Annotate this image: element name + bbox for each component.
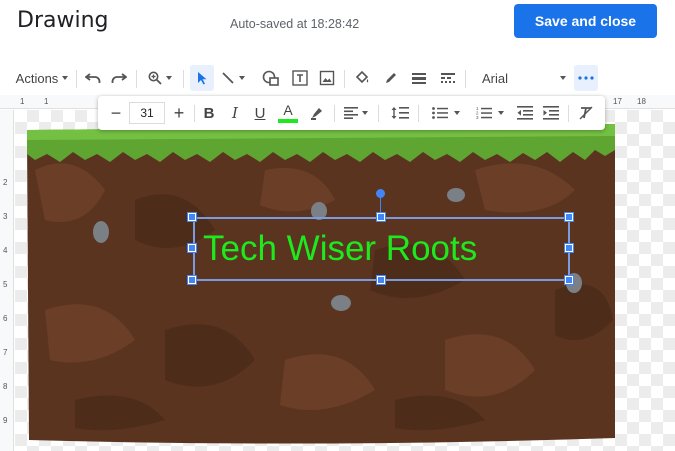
chevron-down-icon	[454, 111, 460, 115]
resize-handle-bottom-right[interactable]	[564, 275, 574, 285]
vertical-ruler: 2 3 4 5 6 7 8 9	[0, 110, 14, 451]
actions-label: Actions	[15, 70, 59, 86]
actions-menu[interactable]: Actions	[14, 65, 70, 91]
ruler-tick: 17	[613, 97, 622, 106]
image-icon[interactable]	[316, 65, 338, 91]
bold-button[interactable]: B	[199, 100, 219, 126]
chevron-down-icon	[498, 111, 504, 115]
resize-handle-top-right[interactable]	[564, 212, 574, 222]
undo-icon[interactable]	[82, 65, 104, 91]
chevron-down-icon	[166, 76, 172, 80]
resize-handle-bottom[interactable]	[376, 275, 386, 285]
border-color-icon[interactable]	[380, 65, 402, 91]
divider	[334, 105, 335, 122]
ruler-tick: 4	[3, 246, 8, 255]
underline-button[interactable]: U	[250, 100, 270, 126]
decrease-font-size-button[interactable]: −	[106, 100, 126, 126]
ruler-tick: 18	[637, 97, 646, 106]
align-left-icon	[344, 107, 358, 119]
ruler-tick: 7	[3, 348, 8, 357]
ruler-tick: 8	[3, 382, 8, 391]
rotate-handle[interactable]	[376, 189, 385, 198]
font-size-input[interactable]: 31	[129, 102, 165, 124]
increase-indent-icon[interactable]	[540, 100, 562, 126]
main-toolbar: Actions Arial	[0, 62, 675, 94]
numbered-list-menu[interactable]: 123	[472, 100, 508, 126]
window-title: Drawing	[17, 8, 109, 33]
clear-formatting-icon[interactable]	[574, 100, 598, 126]
line-tool[interactable]	[218, 65, 248, 91]
autosave-status: Auto-saved at 18:28:42	[230, 17, 360, 31]
svg-text:3: 3	[476, 115, 479, 120]
text-box-content[interactable]: Tech Wiser Roots	[203, 229, 477, 269]
fill-color-icon[interactable]	[351, 65, 373, 91]
more-options-icon[interactable]	[574, 65, 598, 91]
text-box-icon[interactable]	[289, 65, 311, 91]
highlight-icon[interactable]	[306, 100, 328, 126]
border-weight-icon[interactable]	[408, 65, 430, 91]
redo-icon[interactable]	[108, 65, 130, 91]
divider	[194, 105, 195, 122]
resize-handle-right[interactable]	[564, 243, 574, 253]
select-pointer-icon[interactable]	[190, 65, 214, 91]
divider	[136, 70, 137, 88]
ruler-tick: 3	[3, 212, 8, 221]
text-color-glyph: A	[283, 102, 293, 118]
border-dash-icon[interactable]	[437, 65, 459, 91]
italic-button[interactable]: I	[225, 100, 245, 126]
font-family-value: Arial	[482, 70, 509, 86]
divider	[344, 70, 345, 88]
zoom-menu[interactable]	[143, 65, 177, 91]
line-icon	[222, 72, 234, 84]
chevron-down-icon	[362, 111, 368, 115]
divider	[183, 70, 184, 88]
text-format-toolbar: − 31 + B I U A 123	[98, 96, 605, 130]
text-color-button[interactable]: A	[277, 100, 299, 126]
resize-handle-top[interactable]	[376, 212, 386, 222]
chevron-down-icon	[62, 76, 69, 80]
ruler-tick: 5	[3, 280, 8, 289]
shape-icon[interactable]	[260, 65, 282, 91]
font-family-select[interactable]: Arial	[478, 65, 570, 91]
app-header: Drawing Auto-saved at 18:28:42 Save and …	[0, 0, 675, 54]
ruler-tick: 2	[3, 178, 8, 187]
ruler-tick: 1	[44, 97, 49, 106]
ruler-tick: 6	[3, 314, 8, 323]
save-and-close-button[interactable]: Save and close	[514, 4, 657, 38]
divider	[76, 70, 77, 88]
numbered-list-icon: 123	[476, 106, 492, 120]
bulleted-list-menu[interactable]	[428, 100, 464, 126]
chevron-down-icon	[239, 76, 245, 80]
zoom-icon	[148, 71, 162, 85]
resize-handle-bottom-left[interactable]	[187, 275, 197, 285]
text-color-swatch	[278, 119, 298, 123]
bulleted-list-icon	[432, 107, 448, 119]
chevron-down-icon	[560, 76, 566, 80]
divider	[378, 105, 379, 122]
decrease-indent-icon[interactable]	[514, 100, 536, 126]
increase-font-size-button[interactable]: +	[168, 100, 190, 126]
selected-text-box[interactable]: Tech Wiser Roots	[193, 217, 570, 281]
align-menu[interactable]	[340, 100, 372, 126]
ruler-tick: 9	[3, 416, 8, 425]
resize-handle-left[interactable]	[187, 243, 197, 253]
ruler-tick: 1	[20, 97, 25, 106]
resize-handle-top-left[interactable]	[187, 212, 197, 222]
divider	[465, 70, 466, 88]
line-spacing-icon[interactable]	[388, 100, 412, 126]
divider	[418, 105, 419, 122]
divider	[568, 105, 569, 122]
